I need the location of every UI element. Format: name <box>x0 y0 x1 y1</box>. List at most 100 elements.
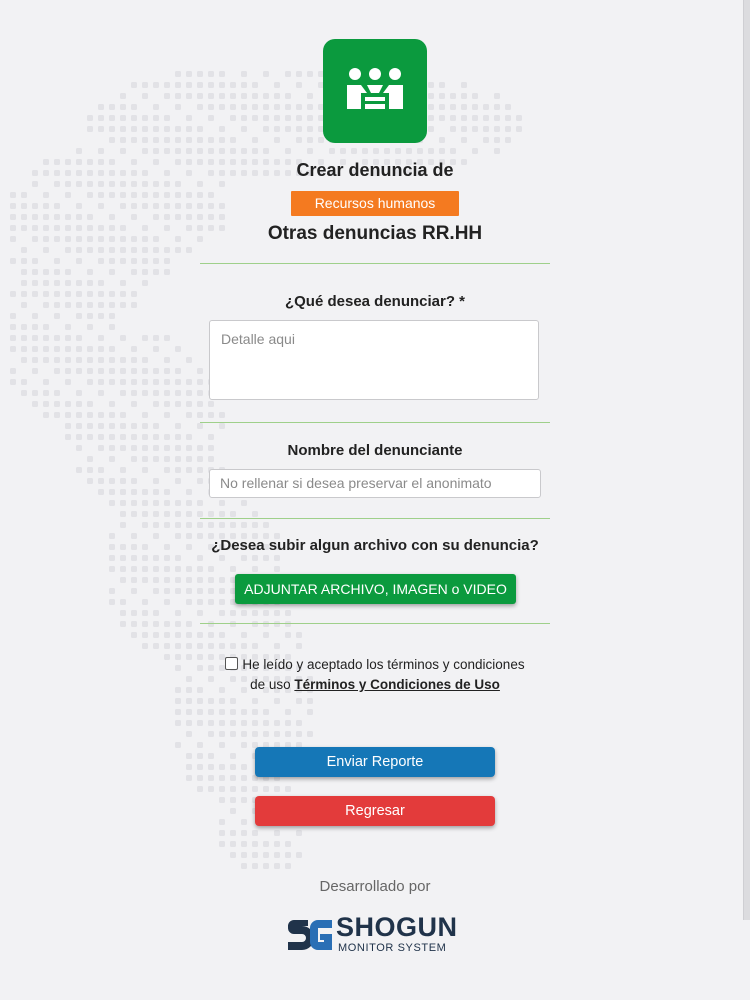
map-dot <box>219 214 225 220</box>
map-dot <box>142 225 148 231</box>
app-logo <box>323 39 427 143</box>
map-dot <box>186 379 192 385</box>
map-dot <box>153 478 159 484</box>
map-dot <box>208 753 214 759</box>
map-dot <box>186 137 192 143</box>
map-dot <box>21 269 27 275</box>
map-dot <box>208 511 214 517</box>
map-dot <box>142 621 148 627</box>
map-dot <box>98 313 104 319</box>
map-dot <box>120 423 126 429</box>
map-dot <box>131 170 137 176</box>
map-dot <box>274 115 280 121</box>
map-dot <box>21 324 27 330</box>
map-dot <box>274 830 280 836</box>
map-dot <box>241 764 247 770</box>
map-dot <box>219 819 225 825</box>
map-dot <box>153 148 159 154</box>
map-dot <box>21 357 27 363</box>
map-dot <box>197 720 203 726</box>
map-dot <box>109 291 115 297</box>
map-dot <box>43 346 49 352</box>
sg-monogram-icon <box>288 920 332 950</box>
map-dot <box>65 423 71 429</box>
map-dot <box>32 324 38 330</box>
page-scrollbar[interactable] <box>743 0 750 920</box>
map-dot <box>65 170 71 176</box>
map-dot <box>230 566 236 572</box>
map-dot <box>208 786 214 792</box>
map-dot <box>241 709 247 715</box>
map-dot <box>120 599 126 605</box>
map-dot <box>186 632 192 638</box>
map-dot <box>120 577 126 583</box>
terms-checkbox[interactable] <box>225 657 239 670</box>
map-dot <box>54 368 60 374</box>
map-dot <box>197 104 203 110</box>
map-dot <box>175 632 181 638</box>
map-dot <box>219 203 225 209</box>
report-textarea[interactable]: Detalle aqui <box>209 320 539 400</box>
map-dot <box>208 522 214 528</box>
map-dot <box>186 390 192 396</box>
map-dot <box>219 786 225 792</box>
map-dot <box>164 225 170 231</box>
map-dot <box>131 269 137 275</box>
map-dot <box>109 412 115 418</box>
map-dot <box>65 379 71 385</box>
map-dot <box>208 599 214 605</box>
terms-link[interactable]: Términos y Condiciones de Uso <box>294 677 500 692</box>
map-dot <box>153 192 159 198</box>
map-dot <box>131 82 137 88</box>
map-dot <box>219 720 225 726</box>
map-dot <box>450 93 456 99</box>
map-dot <box>131 390 137 396</box>
map-dot <box>153 434 159 440</box>
map-dot <box>131 236 137 242</box>
map-dot <box>109 401 115 407</box>
map-dot <box>32 401 38 407</box>
map-dot <box>10 203 16 209</box>
map-dot <box>164 203 170 209</box>
map-dot <box>43 214 49 220</box>
map-dot <box>120 555 126 561</box>
map-dot <box>219 599 225 605</box>
map-dot <box>483 115 489 121</box>
back-button[interactable]: Regresar <box>255 796 495 826</box>
map-dot <box>186 247 192 253</box>
map-dot <box>120 93 126 99</box>
map-dot <box>98 126 104 132</box>
map-dot <box>197 764 203 770</box>
map-dot <box>131 159 137 165</box>
map-dot <box>87 181 93 187</box>
map-dot <box>241 126 247 132</box>
map-dot <box>142 126 148 132</box>
name-input[interactable]: No rellenar si desea preservar el anonim… <box>209 469 541 498</box>
map-dot <box>120 236 126 242</box>
map-dot <box>439 115 445 121</box>
map-dot <box>428 104 434 110</box>
map-dot <box>230 764 236 770</box>
map-dot <box>153 82 159 88</box>
map-dot <box>197 500 203 506</box>
attach-file-button[interactable]: ADJUNTAR ARCHIVO, IMAGEN o VIDEO <box>235 574 516 604</box>
map-dot <box>65 412 71 418</box>
map-dot <box>285 104 291 110</box>
map-dot <box>186 203 192 209</box>
map-dot <box>230 852 236 858</box>
map-dot <box>109 236 115 242</box>
map-dot <box>164 467 170 473</box>
map-dot <box>43 302 49 308</box>
map-dot <box>175 643 181 649</box>
map-dot <box>142 445 148 451</box>
map-dot <box>21 203 27 209</box>
map-dot <box>197 82 203 88</box>
submit-report-button[interactable]: Enviar Reporte <box>255 747 495 777</box>
map-dot <box>263 720 269 726</box>
map-dot <box>120 610 126 616</box>
map-dot <box>98 203 104 209</box>
map-dot <box>263 709 269 715</box>
map-dot <box>175 742 181 748</box>
map-dot <box>153 126 159 132</box>
map-dot <box>109 170 115 176</box>
